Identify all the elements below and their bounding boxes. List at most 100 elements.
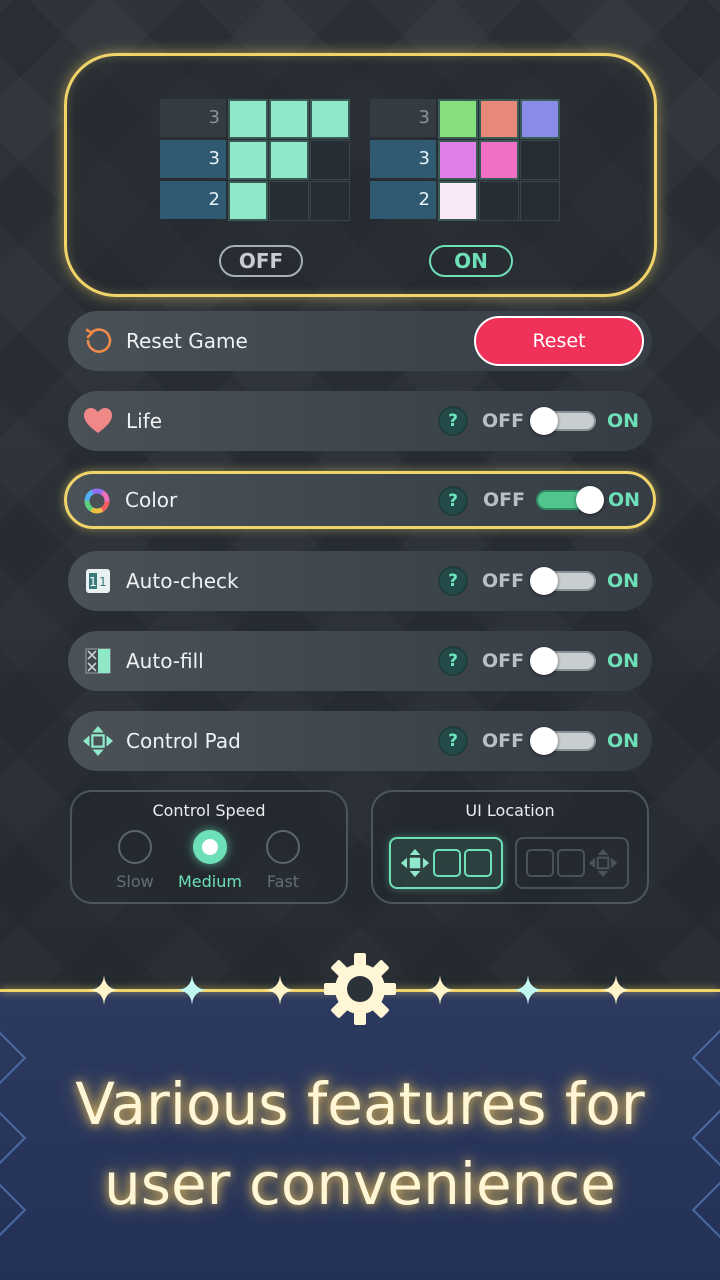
help-button[interactable]: ?	[438, 646, 468, 676]
heart-icon	[82, 405, 114, 437]
empty-cell	[310, 140, 350, 180]
promo-headline: Various features for user convenience	[0, 1064, 720, 1224]
on-label: ON	[607, 730, 640, 752]
headline-line-1: Various features for	[75, 1070, 645, 1138]
toggle-knob	[530, 647, 558, 675]
filled-cell	[269, 99, 309, 139]
sparkle-icon	[177, 975, 207, 1005]
button-slot	[557, 849, 585, 877]
preview-grid-off: 3 3 2	[160, 99, 351, 222]
control-pad-icon	[400, 848, 430, 878]
on-label: ON	[608, 489, 641, 511]
filled-cell	[479, 99, 519, 139]
preview-off-pill: OFF	[219, 245, 303, 277]
reset-game-label: Reset Game	[126, 329, 248, 353]
svg-text:1: 1	[89, 575, 97, 589]
reset-game-row: Reset Game Reset	[68, 311, 652, 371]
row-clue: 2	[370, 181, 436, 219]
filled-cell	[520, 99, 560, 139]
color-toggle[interactable]	[536, 486, 604, 514]
preview-grid-on: 3 3 2	[370, 99, 561, 222]
setting-label: Auto-check	[126, 569, 239, 593]
auto-fill-icon	[82, 645, 114, 677]
filled-cell	[310, 99, 350, 139]
color-wheel-icon	[81, 485, 113, 517]
off-label: OFF	[482, 410, 525, 432]
row-clue: 3	[370, 140, 436, 178]
filled-cell	[228, 181, 268, 221]
sparkle-icon	[89, 975, 119, 1005]
speed-label-fast: Fast	[266, 872, 300, 891]
gear-icon	[324, 953, 396, 1025]
setting-row-color: Color ? OFF ON	[64, 471, 656, 529]
filled-cell	[479, 140, 519, 180]
reset-button[interactable]: Reset	[474, 316, 644, 366]
off-label: OFF	[482, 570, 525, 592]
setting-row-control-pad: Control Pad ? OFF ON	[68, 711, 652, 771]
svg-text:1: 1	[99, 575, 107, 589]
ui-location-title: UI Location	[465, 801, 555, 820]
on-label: ON	[607, 410, 640, 432]
filled-cell	[438, 99, 478, 139]
help-button[interactable]: ?	[438, 486, 468, 516]
off-label: OFF	[482, 730, 525, 752]
auto-check-icon: 11	[82, 565, 114, 597]
toggle-knob	[530, 727, 558, 755]
speed-label-slow: Slow	[116, 872, 154, 891]
filled-cell	[438, 181, 478, 221]
setting-row-auto-check: 11 Auto-check ? OFF ON	[68, 551, 652, 611]
button-slot	[464, 849, 492, 877]
help-button[interactable]: ?	[438, 566, 468, 596]
life-toggle[interactable]	[530, 407, 596, 435]
control-speed-title: Control Speed	[152, 801, 266, 820]
empty-cell	[310, 181, 350, 221]
help-button[interactable]: ?	[438, 406, 468, 436]
empty-cell	[269, 181, 309, 221]
grid-row: 3	[160, 99, 351, 139]
filled-cell	[228, 99, 268, 139]
button-slot	[526, 849, 554, 877]
speed-radio-fast[interactable]	[266, 830, 300, 864]
empty-cell	[520, 140, 560, 180]
setting-label: Color	[125, 488, 178, 512]
row-clue: 2	[160, 181, 226, 219]
sparkle-icon	[425, 975, 455, 1005]
grid-row: 3	[160, 140, 351, 180]
control-pad-icon	[82, 725, 114, 757]
ui-location-right-option[interactable]	[515, 837, 629, 889]
row-clue: 3	[160, 99, 226, 137]
auto-check-toggle[interactable]	[530, 567, 596, 595]
speed-label-medium: Medium	[178, 872, 242, 891]
sparkle-icon	[601, 975, 631, 1005]
filled-cell	[438, 140, 478, 180]
headline-line-2: user convenience	[104, 1150, 616, 1218]
off-label: OFF	[482, 650, 525, 672]
row-clue: 3	[370, 99, 436, 137]
control-pad-toggle[interactable]	[530, 727, 596, 755]
setting-row-life: Life ? OFF ON	[68, 391, 652, 451]
control-pad-icon	[588, 848, 618, 878]
grid-row: 3	[370, 99, 561, 139]
filled-cell	[228, 140, 268, 180]
setting-label: Control Pad	[126, 729, 241, 753]
help-button[interactable]: ?	[438, 726, 468, 756]
off-label: OFF	[483, 489, 526, 511]
setting-row-auto-fill: Auto-fill ? OFF ON	[68, 631, 652, 691]
auto-fill-toggle[interactable]	[530, 647, 596, 675]
toggle-knob	[530, 407, 558, 435]
toggle-knob	[576, 486, 604, 514]
speed-radio-medium[interactable]	[193, 830, 227, 864]
filled-cell	[269, 140, 309, 180]
empty-cell	[520, 181, 560, 221]
reset-icon	[82, 325, 114, 357]
empty-cell	[479, 181, 519, 221]
sparkle-icon	[513, 975, 543, 1005]
grid-row: 3	[370, 140, 561, 180]
speed-radio-slow[interactable]	[118, 830, 152, 864]
ui-location-left-option[interactable]	[389, 837, 503, 889]
ui-location-panel: UI Location	[371, 790, 649, 904]
on-label: ON	[607, 650, 640, 672]
grid-row: 2	[370, 181, 561, 221]
row-clue: 3	[160, 140, 226, 178]
grid-row: 2	[160, 181, 351, 221]
